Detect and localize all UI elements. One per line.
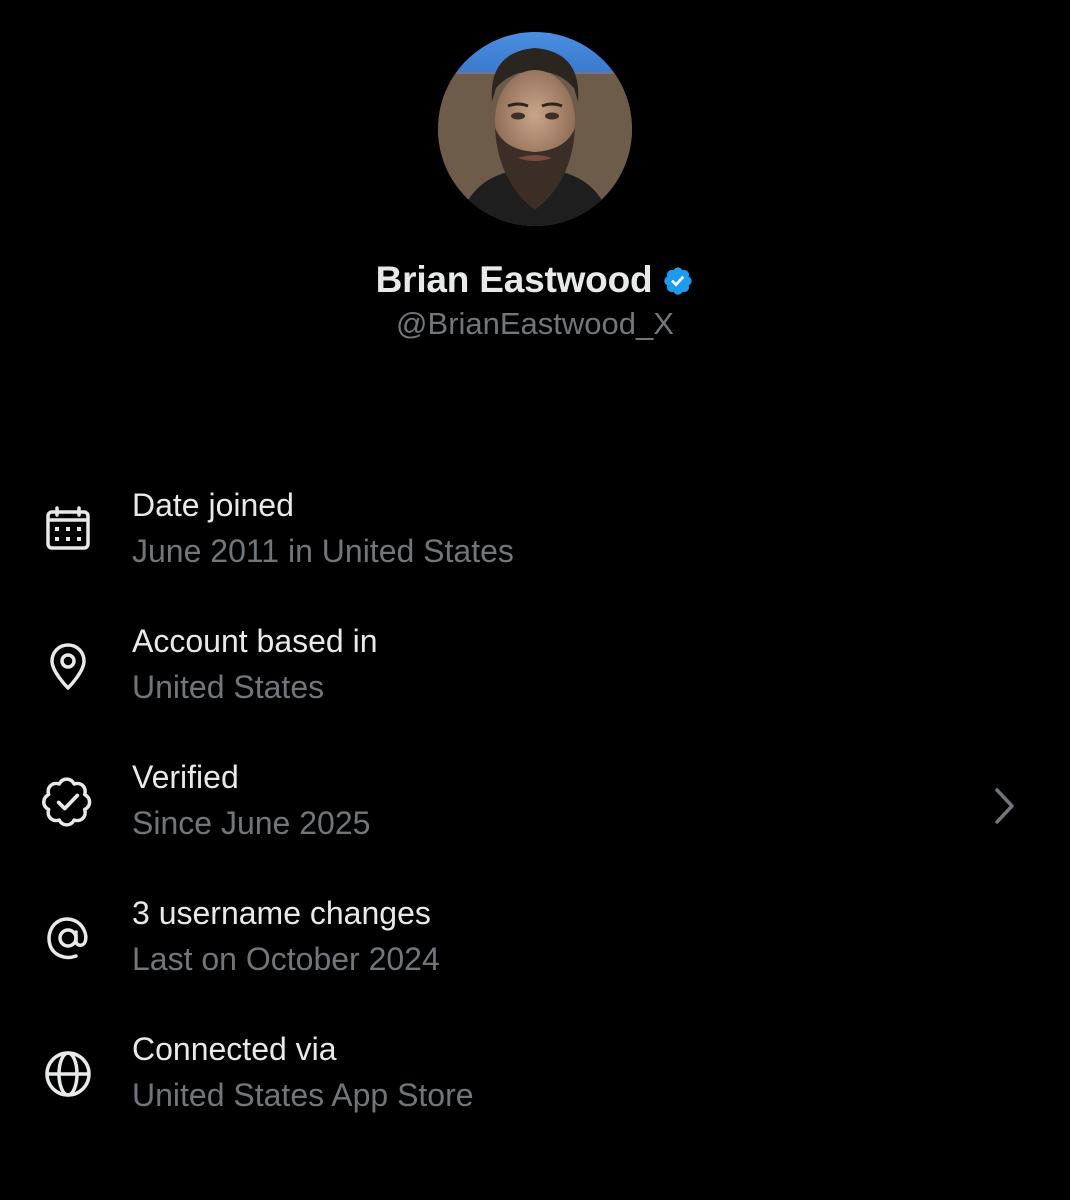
info-subtitle: Since June 2025 (132, 805, 371, 841)
info-text: Verified Since June 2025 (132, 754, 990, 846)
display-name: Brian Eastwood (375, 259, 653, 300)
info-title: 3 username changes (132, 895, 431, 931)
verified-badge-outline-icon (40, 774, 96, 830)
info-subtitle: Last on October 2024 (132, 941, 440, 977)
calendar-icon (40, 502, 96, 558)
info-subtitle: United States (132, 669, 325, 705)
info-text: Connected via United States App Store (132, 1026, 990, 1118)
info-title: Date joined (132, 487, 294, 523)
info-subtitle: United States App Store (132, 1077, 474, 1113)
username-handle: @BrianEastwood_X (396, 306, 674, 341)
location-pin-icon (40, 638, 96, 694)
info-subtitle: June 2011 in United States (132, 533, 514, 569)
chevron-right-icon[interactable] (988, 782, 1020, 830)
info-text: Date joined June 2011 in United States (132, 482, 990, 574)
info-row-account-based-in: Account based in United States (0, 606, 1070, 742)
verified-badge-icon[interactable] (662, 265, 694, 297)
avatar-image (438, 32, 632, 226)
avatar[interactable] (438, 32, 632, 226)
profile-header: Brian Eastwood @BrianEastwood_X (0, 0, 1070, 400)
info-text: Account based in United States (132, 618, 990, 710)
info-title: Verified (132, 759, 239, 795)
info-row-username-changes: 3 username changes Last on October 2024 (0, 878, 1070, 1014)
globe-icon (40, 1046, 96, 1102)
name-row: Brian Eastwood (0, 254, 1070, 306)
info-row-verified[interactable]: Verified Since June 2025 (0, 742, 1070, 878)
info-row-date-joined: Date joined June 2011 in United States (0, 470, 1070, 606)
account-info-list: Date joined June 2011 in United States A… (0, 470, 1070, 1150)
info-row-connected-via: Connected via United States App Store (0, 1014, 1070, 1150)
at-sign-icon (40, 910, 96, 966)
info-title: Connected via (132, 1031, 337, 1067)
info-text: 3 username changes Last on October 2024 (132, 890, 990, 982)
info-title: Account based in (132, 623, 378, 659)
